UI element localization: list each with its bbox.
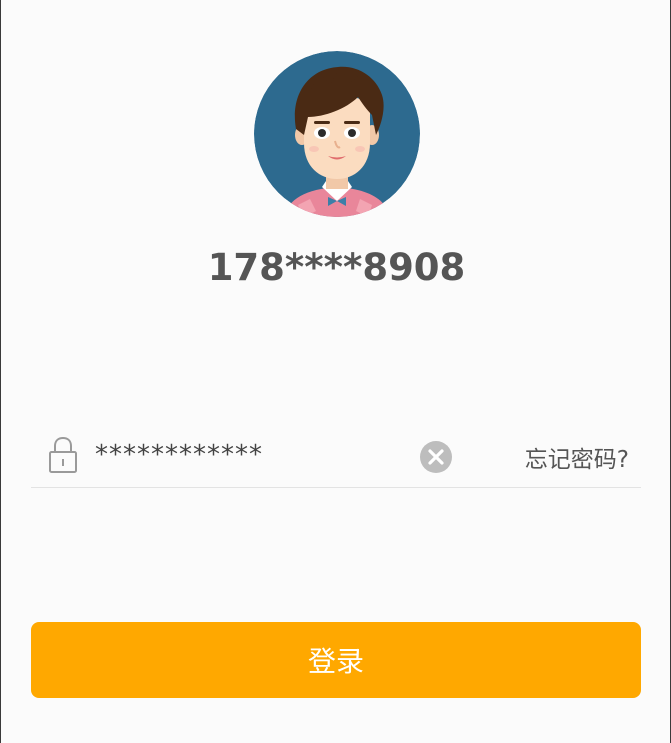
clear-icon[interactable] [420,441,452,473]
avatar-icon [254,51,420,217]
login-button[interactable]: 登录 [31,622,641,698]
forgot-password-link[interactable]: 忘记密码? [525,440,629,474]
account-phone: 178****8908 [207,246,466,289]
login-screen: 178****8908 忘记密码? 登录 [0,0,671,743]
lock-icon [48,436,78,474]
password-input[interactable] [95,437,395,473]
password-row: 忘记密码? [31,425,641,488]
avatar [254,51,420,217]
